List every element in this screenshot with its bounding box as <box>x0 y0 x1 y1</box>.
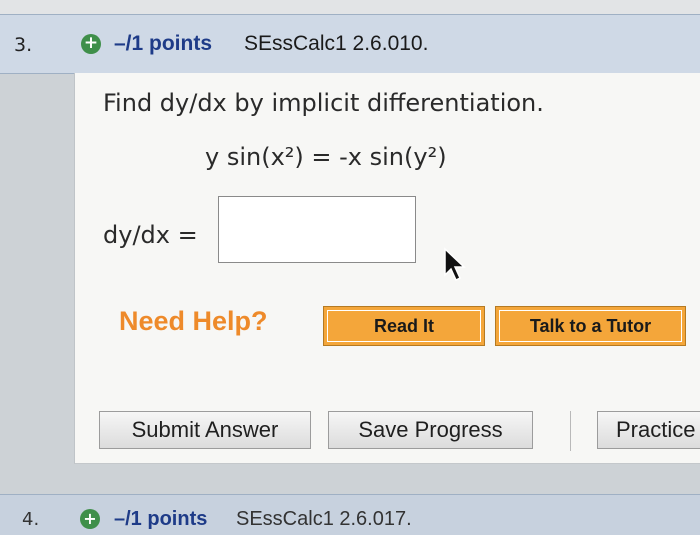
answer-label: dy/dx = <box>103 221 198 249</box>
next-plus-circle-icon[interactable]: + <box>80 509 100 529</box>
read-it-button[interactable]: Read It <box>323 306 485 346</box>
next-question-header: 4. + –/1 points SEssCalc1 2.6.017. <box>0 494 700 535</box>
question-header: 3. + –/1 points SEssCalc1 2.6.010. <box>0 14 700 74</box>
next-points-label: –/1 points <box>114 508 208 530</box>
question-number: 3. <box>14 34 33 56</box>
question-prompt: Find dy/dx by implicit differentiation. <box>103 89 544 117</box>
divider <box>570 411 571 451</box>
points-label: –/1 points <box>114 32 213 55</box>
answer-input[interactable] <box>218 196 416 263</box>
top-strip <box>0 0 700 14</box>
talk-to-tutor-button[interactable]: Talk to a Tutor <box>495 306 686 346</box>
submit-answer-button[interactable]: Submit Answer <box>99 411 311 449</box>
question-panel: Find dy/dx by implicit differentiation. … <box>74 73 700 464</box>
mouse-cursor-icon <box>444 247 466 282</box>
next-question-code: SEssCalc1 2.6.017. <box>236 508 412 530</box>
question-code: SEssCalc1 2.6.010. <box>244 32 429 55</box>
next-question-number: 4. <box>22 509 40 530</box>
read-it-label: Read It <box>327 310 481 342</box>
talk-to-tutor-label: Talk to a Tutor <box>499 310 682 342</box>
need-help-label: Need Help? <box>119 306 268 336</box>
plus-circle-icon[interactable]: + <box>81 34 101 54</box>
practice-button[interactable]: Practice <box>597 411 700 449</box>
equation: y sin(x²) = -x sin(y²) <box>205 143 447 171</box>
save-progress-button[interactable]: Save Progress <box>328 411 533 449</box>
